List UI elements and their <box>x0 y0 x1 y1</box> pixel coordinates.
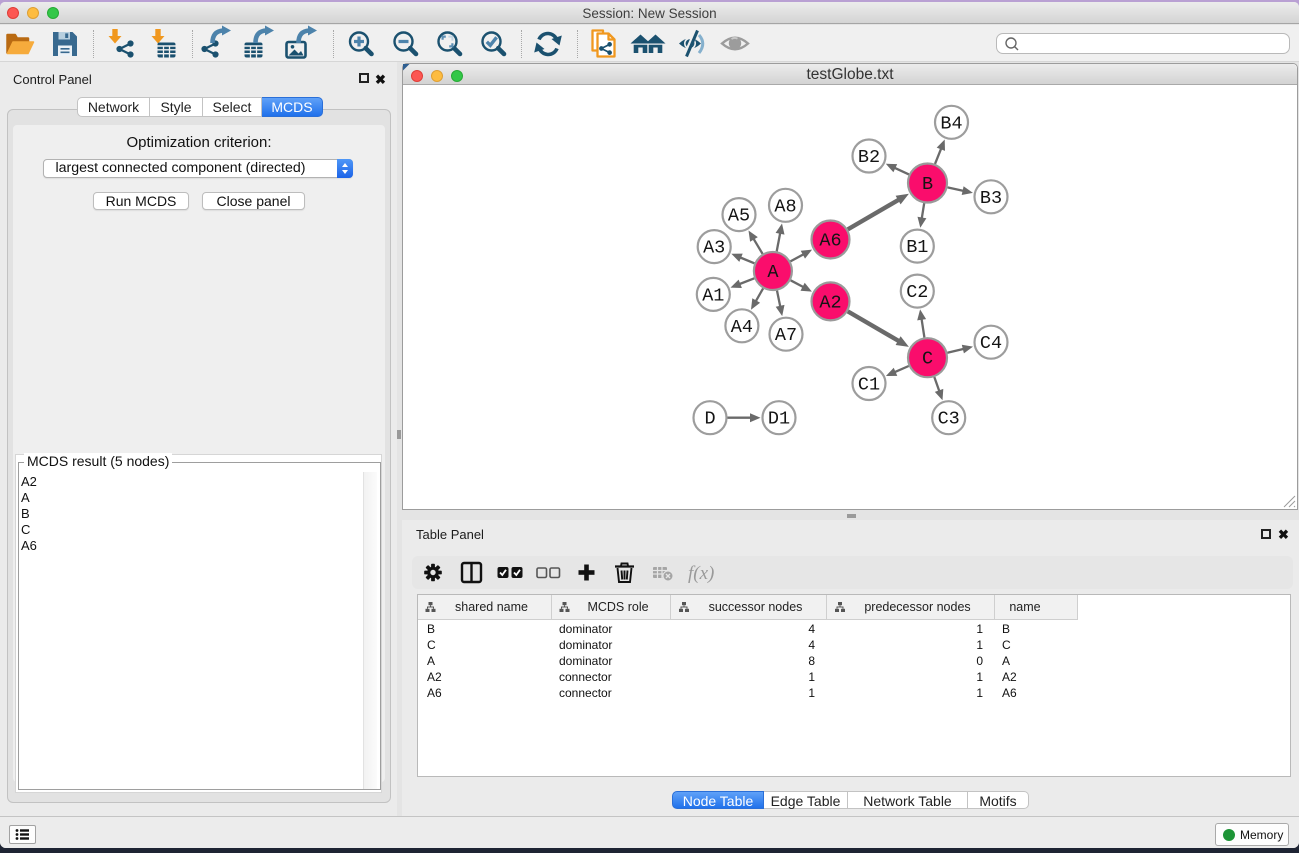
svg-text:A8: A8 <box>774 196 796 217</box>
svg-text:B3: B3 <box>980 188 1002 209</box>
svg-text:A: A <box>767 262 779 283</box>
svg-text:C: C <box>922 349 933 370</box>
svg-text:A4: A4 <box>731 317 753 338</box>
svg-text:A2: A2 <box>819 292 841 313</box>
svg-text:C4: C4 <box>980 333 1002 354</box>
svg-text:C3: C3 <box>938 409 960 430</box>
svg-text:A5: A5 <box>728 206 750 227</box>
svg-text:C2: C2 <box>906 282 928 303</box>
svg-text:f(x): f(x) <box>688 563 714 584</box>
svg-text:A6: A6 <box>819 231 841 252</box>
svg-text:B4: B4 <box>940 113 962 134</box>
svg-text:D: D <box>704 409 715 430</box>
svg-text:B2: B2 <box>858 147 880 168</box>
svg-text:D1: D1 <box>768 409 790 430</box>
svg-text:A1: A1 <box>702 285 724 306</box>
svg-text:B: B <box>922 174 933 195</box>
svg-text:A3: A3 <box>703 238 725 259</box>
svg-text:A7: A7 <box>775 325 797 346</box>
svg-text:C1: C1 <box>858 375 880 396</box>
svg-text:B1: B1 <box>906 237 928 258</box>
